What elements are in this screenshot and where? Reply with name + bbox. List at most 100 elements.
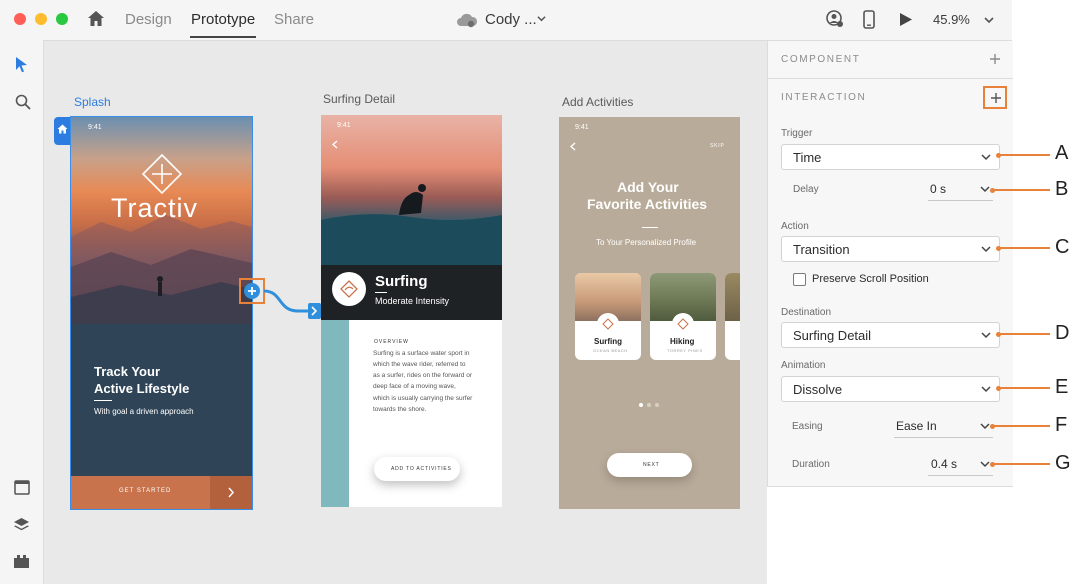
easing-chevron-down-icon[interactable] xyxy=(980,421,990,431)
surf-accent-strip xyxy=(321,320,349,507)
layers-icon[interactable] xyxy=(13,517,30,533)
activities-divider xyxy=(642,227,658,228)
get-started-arrow-button[interactable] xyxy=(210,476,252,509)
splash-divider xyxy=(94,400,112,401)
interaction-section-title: INTERACTION xyxy=(781,92,867,103)
surf-title: Surfing xyxy=(375,273,428,290)
delay-label: Delay xyxy=(793,184,819,195)
action-select[interactable]: Transition xyxy=(781,236,1000,262)
overview-line-6: towards the shore. xyxy=(373,406,427,413)
select-arrow-icon[interactable] xyxy=(15,56,28,73)
overview-line-5: which is usually carrying the surfer xyxy=(373,395,473,402)
callout-e: E xyxy=(1055,376,1069,398)
destination-label: Destination xyxy=(781,307,832,318)
add-interaction-button[interactable] xyxy=(983,86,1007,109)
surfing-card-title: Surfing xyxy=(594,337,622,346)
artboard-icon[interactable] xyxy=(14,480,30,495)
next-label: NEXT xyxy=(643,462,660,468)
page-dot-active[interactable] xyxy=(639,403,643,407)
status-time: 9:41 xyxy=(337,122,351,129)
surf-subtitle: Moderate Intensity xyxy=(375,296,450,306)
next-button[interactable]: NEXT xyxy=(607,453,692,477)
zoom-chevron-down-icon[interactable] xyxy=(984,15,994,25)
callout-line xyxy=(992,463,1050,465)
page-dot[interactable] xyxy=(647,403,651,407)
tab-design[interactable]: Design xyxy=(125,11,172,28)
add-interaction-handle[interactable] xyxy=(244,283,260,299)
delay-underline xyxy=(928,200,993,201)
activity-card-hiking[interactable]: Hiking TORREY PINES xyxy=(650,273,716,360)
activity-card-partial[interactable] xyxy=(725,273,740,360)
left-toolbar xyxy=(0,40,44,584)
callout-line xyxy=(992,425,1050,427)
back-chevron-icon[interactable] xyxy=(570,142,576,151)
surfer-silhouette xyxy=(321,184,502,265)
surf-activity-icon xyxy=(340,280,358,298)
document-title[interactable]: Cody ... xyxy=(485,11,537,28)
animation-select[interactable]: Dissolve xyxy=(781,376,1000,402)
chevron-right-icon xyxy=(228,487,235,498)
zoom-window-button[interactable] xyxy=(56,13,68,25)
preserve-scroll-checkbox[interactable] xyxy=(793,273,806,286)
duration-value[interactable]: 0.4 s xyxy=(931,457,957,471)
easing-underline xyxy=(894,437,993,438)
get-started-label: GET STARTED xyxy=(119,488,172,494)
home-icon[interactable] xyxy=(87,10,105,27)
easing-value[interactable]: Ease In xyxy=(896,419,937,433)
callout-d: D xyxy=(1055,322,1070,344)
tab-prototype[interactable]: Prototype xyxy=(191,11,255,28)
tab-share[interactable]: Share xyxy=(274,11,314,28)
page-dot[interactable] xyxy=(655,403,659,407)
home-artboard-marker[interactable] xyxy=(54,117,71,145)
plugins-icon[interactable] xyxy=(13,554,30,569)
doc-chevron-down-icon[interactable] xyxy=(537,14,546,23)
duration-label: Duration xyxy=(792,459,830,470)
hiking-card-location: TORREY PINES xyxy=(667,348,703,353)
activity-badge xyxy=(332,272,366,306)
cloud-icon xyxy=(457,13,478,28)
callout-line xyxy=(998,387,1050,389)
artboard-add-activities[interactable]: 9:41 SKIP Add Your Favorite Activities T… xyxy=(559,117,740,509)
activity-card-surfing[interactable]: Surfing OCEAN BEACH xyxy=(575,273,641,360)
preserve-scroll-label[interactable]: Preserve Scroll Position xyxy=(812,273,929,285)
phone-icon[interactable] xyxy=(863,10,875,29)
trigger-select[interactable]: Time xyxy=(781,144,1000,170)
chevron-down-icon xyxy=(981,386,991,393)
home-marker-icon xyxy=(57,124,68,134)
user-icon[interactable] xyxy=(826,10,844,28)
surfing-card-badge xyxy=(597,313,619,335)
zoom-icon[interactable] xyxy=(15,94,31,110)
delay-value[interactable]: 0 s xyxy=(930,182,946,196)
artboard-title-surfing-detail[interactable]: Surfing Detail xyxy=(323,92,395,106)
artboard-surfing-detail[interactable]: 9:41 Surfing Moderate Intensity OVERVIEW… xyxy=(321,115,502,507)
artboard-title-splash[interactable]: Splash xyxy=(74,95,111,109)
splash-headline-1: Track Your xyxy=(94,364,160,379)
interaction-wire[interactable] xyxy=(264,285,322,321)
add-to-activities-button[interactable]: ADD TO ACTIVITIES xyxy=(374,457,460,481)
delay-chevron-down-icon[interactable] xyxy=(980,184,990,194)
callout-f: F xyxy=(1055,414,1068,436)
chevron-down-icon xyxy=(981,332,991,339)
add-to-activities-label: ADD TO ACTIVITIES xyxy=(391,466,452,472)
duration-underline xyxy=(928,475,993,476)
callout-c: C xyxy=(1055,236,1070,258)
interaction-handle-highlight[interactable] xyxy=(239,278,265,304)
close-window-button[interactable] xyxy=(14,13,26,25)
animation-value: Dissolve xyxy=(793,382,843,397)
add-component-icon[interactable] xyxy=(989,53,1001,65)
artboard-title-add-activities[interactable]: Add Activities xyxy=(562,95,633,109)
skip-link[interactable]: SKIP xyxy=(710,143,725,149)
overview-line-3: as a surfer, rides on the forward or xyxy=(373,372,472,379)
hiking-card-title: Hiking xyxy=(670,337,695,346)
zoom-level[interactable]: 45.9% xyxy=(933,12,970,27)
callout-line xyxy=(998,154,1050,156)
activities-title-2: Favorite Activities xyxy=(587,196,708,212)
action-value: Transition xyxy=(793,242,850,257)
activities-title-1: Add Your xyxy=(617,179,679,195)
back-chevron-icon[interactable] xyxy=(332,140,338,149)
destination-select[interactable]: Surfing Detail xyxy=(781,322,1000,348)
minimize-window-button[interactable] xyxy=(35,13,47,25)
artboard-splash[interactable]: 9:41 Tractiv Track Your Active Lifestyle… xyxy=(70,116,253,510)
play-icon[interactable] xyxy=(899,12,913,27)
duration-chevron-down-icon[interactable] xyxy=(980,459,990,469)
